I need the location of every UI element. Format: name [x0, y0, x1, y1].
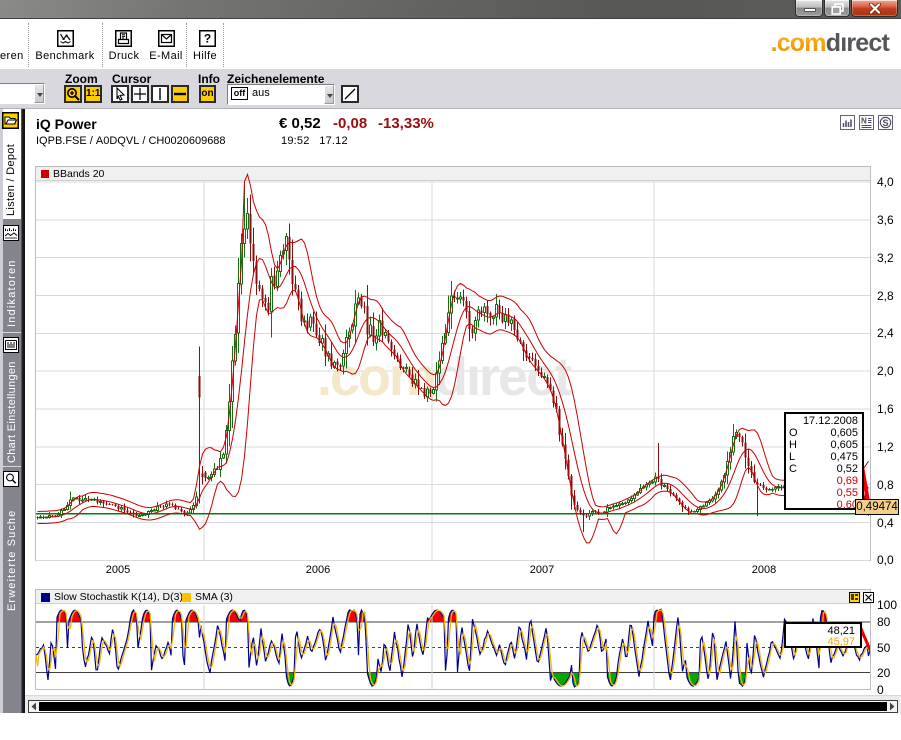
svg-text:N: N — [861, 117, 867, 126]
svg-text:?: ? — [204, 32, 211, 46]
svg-text:.comdırect: .comdırect — [317, 347, 572, 407]
svg-text:S: S — [882, 118, 888, 128]
